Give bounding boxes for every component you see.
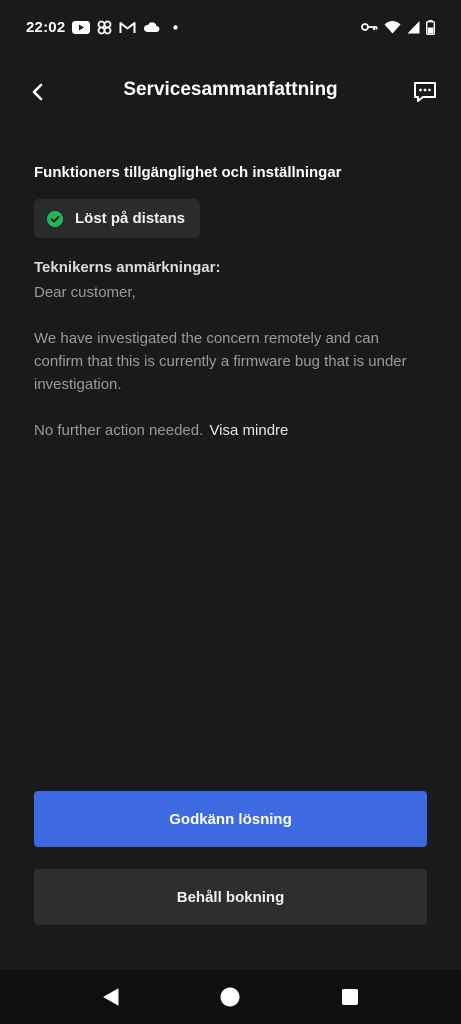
show-less-link[interactable]: Visa mindre	[209, 422, 288, 439]
status-bar: 22:02	[0, 0, 461, 54]
recents-square-icon	[341, 988, 359, 1006]
status-badge: Löst på distans	[34, 199, 200, 238]
notes-closing: No further action needed.	[34, 422, 204, 439]
pinwheel-icon	[97, 20, 112, 35]
status-bar-left: 22:02	[26, 18, 179, 36]
wifi-icon	[384, 20, 401, 34]
chat-button[interactable]	[411, 78, 439, 106]
app-bar: Servicesammanfattning	[0, 64, 461, 118]
vpn-key-icon	[361, 22, 378, 32]
gmail-icon	[119, 21, 136, 34]
nav-back-button[interactable]	[101, 987, 121, 1007]
page-title: Servicesammanfattning	[123, 79, 338, 100]
status-time: 22:02	[26, 18, 66, 36]
battery-icon	[426, 19, 435, 35]
cloud-icon	[143, 21, 160, 33]
keep-booking-button[interactable]: Behåll bokning	[34, 869, 427, 925]
cellular-signal-icon	[407, 20, 420, 34]
section-title: Funktioners tillgänglighet och inställni…	[34, 164, 342, 181]
nav-home-button[interactable]	[220, 987, 240, 1007]
message-icon	[411, 78, 439, 106]
nav-recents-button[interactable]	[341, 988, 359, 1006]
system-nav-bar	[0, 970, 461, 1024]
dot-icon	[173, 24, 179, 30]
technician-notes: Dear customer, We have investigated the …	[34, 281, 424, 442]
status-bar-right	[361, 19, 435, 35]
status-badge-label: Löst på distans	[75, 210, 186, 227]
approve-solution-button[interactable]: Godkänn lösning	[34, 791, 427, 847]
notes-body: We have investigated the concern remotel…	[34, 330, 407, 393]
check-circle-icon	[47, 210, 63, 227]
notes-greeting: Dear customer,	[34, 284, 136, 301]
youtube-icon	[72, 20, 91, 34]
back-triangle-icon	[101, 987, 121, 1007]
notes-closing-line: No further action needed. Visa mindre	[34, 419, 424, 442]
notes-title: Teknikerns anmärkningar:	[34, 259, 221, 276]
home-circle-icon	[220, 987, 240, 1007]
